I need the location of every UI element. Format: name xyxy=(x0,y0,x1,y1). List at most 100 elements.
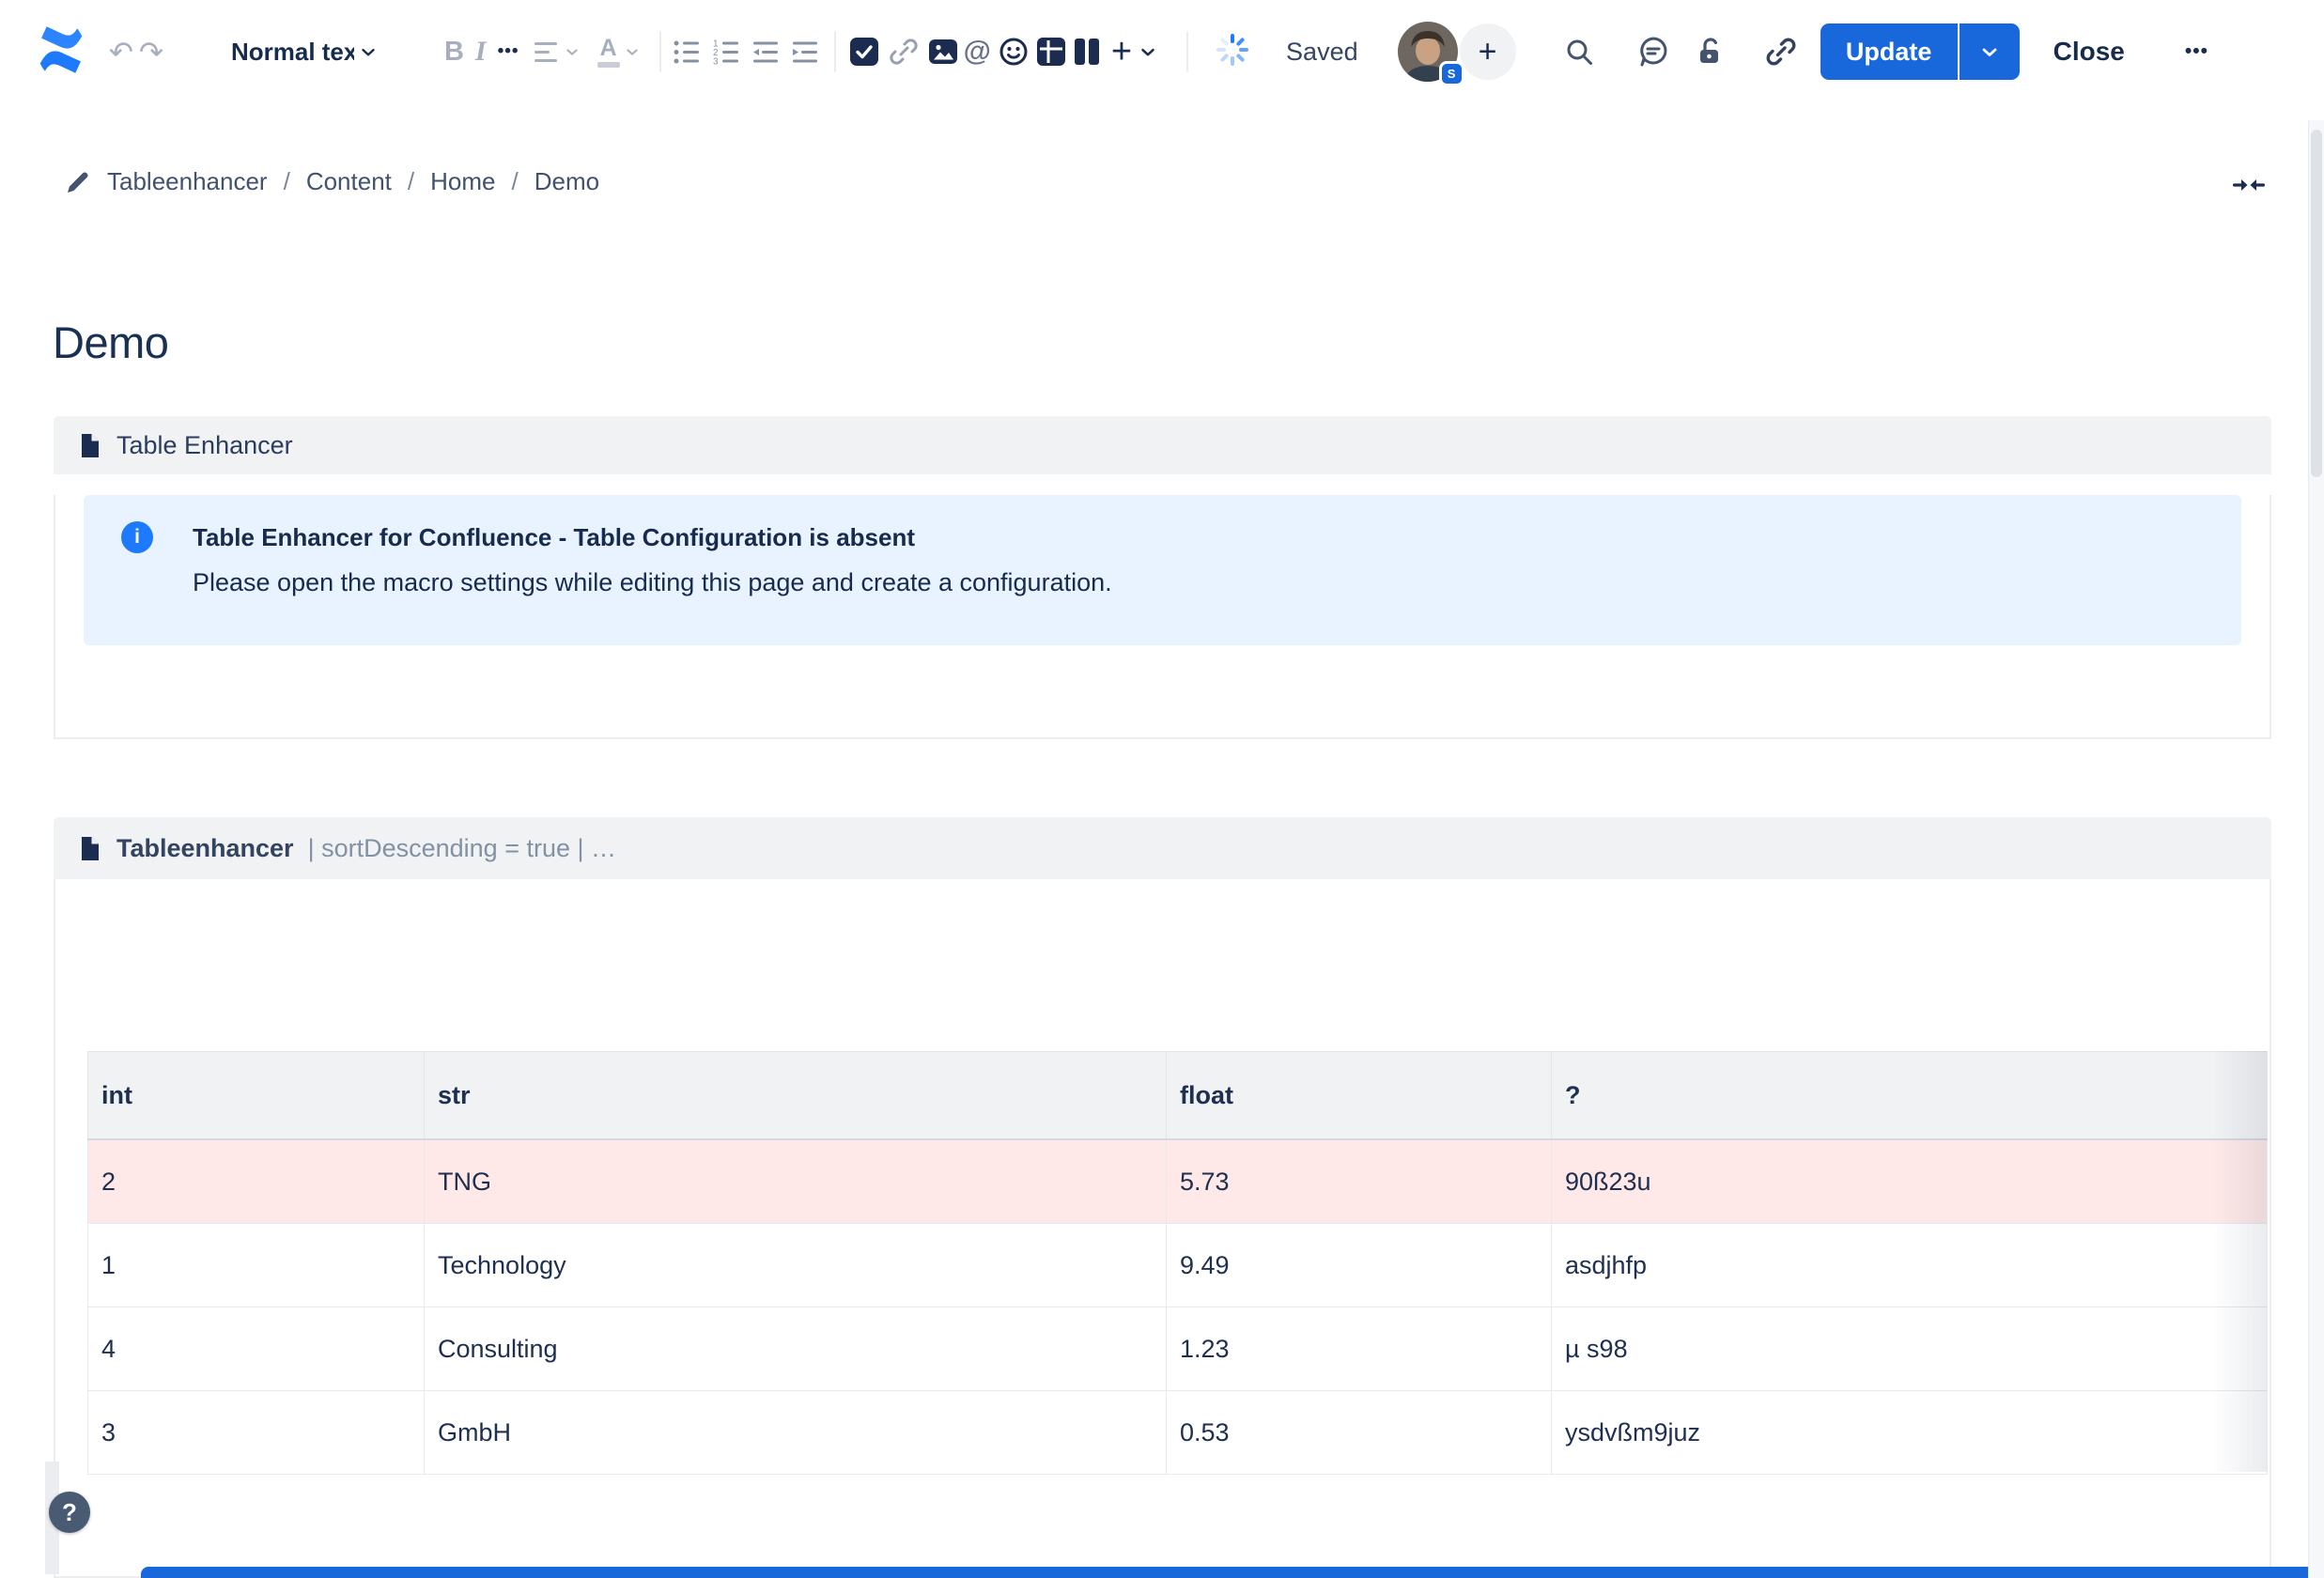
breadcrumb-separator: / xyxy=(511,167,518,196)
numbered-list-button[interactable]: 123 xyxy=(712,38,740,67)
bottom-blue-bar xyxy=(141,1567,2324,1578)
outdent-button[interactable] xyxy=(751,38,780,67)
chevron-down-icon xyxy=(358,41,379,62)
alignment-dropdown[interactable] xyxy=(533,38,581,67)
editor-toolbar: ↶ ↷ Normal text B I ••• A 123 xyxy=(0,0,2324,103)
text-color-dropdown[interactable]: A xyxy=(597,37,641,68)
toolbar-divider xyxy=(659,31,661,72)
breadcrumb-item-space[interactable]: Tableenhancer xyxy=(107,167,268,196)
emoji-button[interactable] xyxy=(999,37,1029,67)
cell: 2 xyxy=(88,1139,425,1224)
info-panel: i Table Enhancer for Confluence - Table … xyxy=(84,495,2241,645)
chain-link-icon xyxy=(1764,35,1798,69)
italic-icon: I xyxy=(475,36,487,68)
question-mark-icon: ? xyxy=(62,1498,77,1527)
macro-header[interactable]: Table Enhancer xyxy=(54,416,2271,474)
text-style-dropdown[interactable]: Normal text xyxy=(231,38,379,67)
column-header-question[interactable]: ? xyxy=(1552,1052,2268,1140)
macro-table-enhancer[interactable]: Table Enhancer i Table Enhancer for Conf… xyxy=(54,416,2271,719)
update-options-button[interactable] xyxy=(1960,23,2020,80)
overflow-menu-icon: ••• xyxy=(2185,40,2208,62)
mention-button[interactable]: @ xyxy=(964,38,991,66)
info-panel-body: Please open the macro settings while edi… xyxy=(193,568,2204,597)
undo-icon: ↶ xyxy=(109,38,133,67)
info-icon: i xyxy=(121,521,153,553)
search-button[interactable] xyxy=(1563,36,1595,68)
cell: µ s98 xyxy=(1552,1307,2268,1391)
update-split-button: Update xyxy=(1820,23,2020,80)
undo-button[interactable]: ↶ xyxy=(109,38,133,67)
text-style-label: Normal text xyxy=(231,38,354,67)
confluence-logo-icon[interactable] xyxy=(32,21,90,84)
bullet-list-icon xyxy=(673,38,701,67)
table-header-row: int str float ? xyxy=(88,1052,2268,1140)
redo-button[interactable]: ↷ xyxy=(139,38,163,67)
close-button[interactable]: Close xyxy=(2048,36,2130,68)
bullet-list-button[interactable] xyxy=(673,38,701,67)
cell: 5.73 xyxy=(1167,1139,1552,1224)
user-avatar[interactable]: S xyxy=(1398,22,1458,82)
collapse-width-button[interactable] xyxy=(2228,169,2270,204)
cell: 3 xyxy=(88,1391,425,1475)
chevron-down-icon xyxy=(1978,40,2001,63)
invite-button[interactable]: + xyxy=(1460,23,1516,80)
columns-layout-icon xyxy=(1072,37,1102,67)
breadcrumb-item-content[interactable]: Content xyxy=(306,167,392,196)
document-icon xyxy=(78,433,102,458)
insert-image-button[interactable] xyxy=(928,37,958,67)
cell: Consulting xyxy=(425,1307,1167,1391)
checkbox-icon xyxy=(849,37,879,67)
macro-title: Table Enhancer xyxy=(116,431,293,460)
column-header-int[interactable]: int xyxy=(88,1052,425,1140)
image-icon xyxy=(928,37,958,67)
indent-button[interactable] xyxy=(791,38,819,67)
comments-button[interactable] xyxy=(1636,35,1670,69)
insert-table-button[interactable] xyxy=(1036,37,1066,67)
restrictions-button[interactable] xyxy=(1693,35,1727,69)
bold-button[interactable]: B xyxy=(444,37,464,68)
search-icon xyxy=(1563,36,1595,68)
update-button[interactable]: Update xyxy=(1820,23,1958,80)
insert-link-button[interactable] xyxy=(887,35,921,69)
saving-spinner-icon xyxy=(1215,32,1250,72)
redo-icon: ↷ xyxy=(139,38,163,67)
insert-more-button[interactable]: + xyxy=(1111,36,1132,68)
cell: ysdvßm9juz xyxy=(1552,1391,2268,1475)
svg-text:3: 3 xyxy=(713,56,719,67)
data-table: int str float ? 2 TNG 5.73 90ß23u 1 Tech… xyxy=(87,1051,2268,1475)
task-list-button[interactable] xyxy=(849,37,879,67)
share-link-button[interactable] xyxy=(1764,35,1798,69)
breadcrumb-item-home[interactable]: Home xyxy=(430,167,495,196)
cell: 90ß23u xyxy=(1552,1139,2268,1224)
emoji-icon xyxy=(999,37,1029,67)
layout-button[interactable] xyxy=(1072,37,1102,67)
help-button[interactable]: ? xyxy=(49,1492,90,1533)
scrollbar-thumb[interactable] xyxy=(2311,130,2322,477)
cell: GmbH xyxy=(425,1391,1167,1475)
more-actions-button[interactable]: ••• xyxy=(2179,39,2214,64)
column-header-float[interactable]: float xyxy=(1167,1052,1552,1140)
avatar-status-badge: S xyxy=(1439,61,1464,86)
more-formatting-icon: ••• xyxy=(498,41,519,62)
italic-button[interactable]: I xyxy=(475,36,487,68)
breadcrumb-item-demo[interactable]: Demo xyxy=(535,167,599,196)
table-row: 2 TNG 5.73 90ß23u xyxy=(88,1139,2268,1224)
toolbar-divider xyxy=(1186,31,1188,72)
macro-parameters: | sortDescending = true | … xyxy=(308,834,616,863)
macro-header[interactable]: Tableenhancer | sortDescending = true | … xyxy=(54,817,2271,879)
indent-icon xyxy=(791,38,819,67)
macro-body: i Table Enhancer for Confluence - Table … xyxy=(54,495,2271,739)
insert-dropdown[interactable] xyxy=(1138,41,1158,62)
page-scrollbar[interactable] xyxy=(2308,120,2324,1578)
column-header-str[interactable]: str xyxy=(425,1052,1167,1140)
cell: Technology xyxy=(425,1224,1167,1307)
table-icon xyxy=(1036,37,1066,67)
text-color-icon: A xyxy=(597,37,620,68)
more-formatting-button[interactable]: ••• xyxy=(498,41,519,62)
page-title[interactable]: Demo xyxy=(53,317,168,368)
macro-tableenhancer[interactable]: Tableenhancer | sortDescending = true | … xyxy=(54,817,2271,1578)
breadcrumb: Tableenhancer / Content / Home / Demo xyxy=(66,167,599,196)
cell: 1.23 xyxy=(1167,1307,1552,1391)
table-row: 3 GmbH 0.53 ysdvßm9juz xyxy=(88,1391,2268,1475)
breadcrumb-separator: / xyxy=(408,167,414,196)
